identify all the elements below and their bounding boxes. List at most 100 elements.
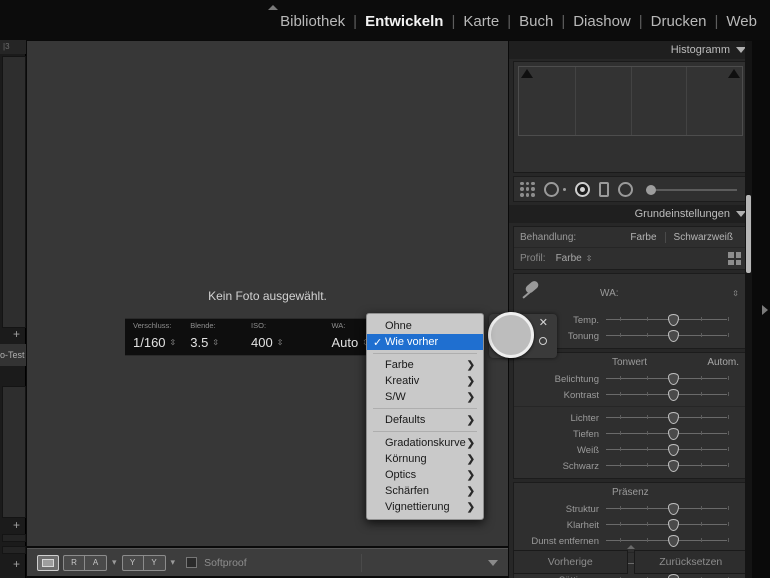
- slider-track[interactable]: [606, 411, 741, 425]
- slider-knob[interactable]: [667, 314, 679, 326]
- slider-track[interactable]: [606, 427, 741, 441]
- basic-panel-header[interactable]: Grundeinstellungen: [509, 205, 752, 223]
- whitebalance-preset-label[interactable]: WA:: [600, 288, 619, 299]
- slider-track[interactable]: [606, 518, 741, 532]
- auto-tone-button[interactable]: Autom.: [707, 357, 739, 368]
- menu-item-farbe[interactable]: Farbe ❯: [367, 357, 483, 373]
- slider-contrast[interactable]: Kontrast: [514, 387, 747, 403]
- loupe-circle[interactable]: [488, 312, 534, 358]
- histogram-display[interactable]: [513, 61, 748, 173]
- navigator-box[interactable]: [2, 56, 26, 328]
- iso-setting[interactable]: ISO: 400 ⇳: [251, 321, 284, 350]
- module-diashow[interactable]: Diashow: [566, 13, 638, 30]
- right-panel-scroll-thumb[interactable]: [746, 195, 751, 273]
- loupe-cursor-widget[interactable]: ✕: [488, 312, 557, 358]
- menu-item-kreativ[interactable]: Kreativ ❯: [367, 373, 483, 389]
- treatment-color-button[interactable]: Farbe: [622, 232, 664, 243]
- slider-clarity[interactable]: Klarheit: [514, 517, 747, 533]
- treatment-bw-button[interactable]: Schwarzweiß: [666, 232, 741, 243]
- slider-knob[interactable]: [667, 389, 679, 401]
- slider-knob[interactable]: [667, 519, 679, 531]
- aperture-stepper-icon[interactable]: ⇳: [212, 338, 219, 347]
- slider-exposure[interactable]: Belichtung: [514, 371, 747, 387]
- reset-button[interactable]: Zurücksetzen: [633, 550, 748, 574]
- menu-item-wie-vorher[interactable]: ✓ Wie vorher: [367, 334, 483, 350]
- softproof-checkbox[interactable]: [186, 557, 198, 568]
- toolbar-options-caret-icon[interactable]: [488, 559, 498, 566]
- circle-icon[interactable]: [539, 337, 547, 345]
- previous-button[interactable]: Vorherige: [513, 550, 628, 574]
- whitebalance-stepper-icon[interactable]: ⇳: [732, 289, 739, 298]
- slider-whites[interactable]: Weiß: [514, 442, 747, 458]
- shutter-stepper-icon[interactable]: ⇳: [170, 338, 177, 347]
- slider-track[interactable]: [606, 388, 741, 402]
- module-web[interactable]: Web: [719, 13, 764, 30]
- add-collection-button[interactable]: +: [13, 519, 20, 531]
- add-preset-button[interactable]: +: [13, 328, 20, 340]
- module-entwickeln[interactable]: Entwickeln: [358, 13, 450, 30]
- slider-knob[interactable]: [667, 373, 679, 385]
- whitebalance-setting[interactable]: WA: Auto⇳: [331, 321, 368, 350]
- profile-value[interactable]: Farbe: [556, 253, 582, 264]
- slider-knob[interactable]: [646, 184, 656, 195]
- slider-blacks[interactable]: Schwarz: [514, 458, 747, 474]
- masking-tool-icon[interactable]: [599, 181, 609, 197]
- slider-shadows[interactable]: Tiefen: [514, 426, 747, 442]
- left-strip-row[interactable]: [2, 546, 26, 554]
- slider-track[interactable]: [606, 443, 741, 457]
- module-bibliothek[interactable]: Bibliothek: [273, 13, 352, 30]
- slider-track[interactable]: [606, 313, 741, 327]
- tool-amount-slider[interactable]: [646, 182, 741, 197]
- slider-track[interactable]: [606, 329, 741, 343]
- slider-knob[interactable]: [667, 428, 679, 440]
- slider-knob[interactable]: [667, 460, 679, 472]
- close-icon[interactable]: ✕: [539, 318, 548, 329]
- slider-track[interactable]: [606, 502, 741, 516]
- module-buch[interactable]: Buch: [512, 13, 560, 30]
- collection-title[interactable]: o-Test: [0, 344, 26, 366]
- menu-item-optics[interactable]: Optics ❯: [367, 467, 483, 483]
- menu-item-koernung[interactable]: Körnung ❯: [367, 451, 483, 467]
- slider-knob[interactable]: [667, 412, 679, 424]
- slider-knob[interactable]: [667, 535, 679, 547]
- module-drucken[interactable]: Drucken: [644, 13, 714, 30]
- histogram-panel-header[interactable]: Histogramm: [509, 41, 752, 59]
- spot-removal-tool-icon[interactable]: [544, 181, 559, 197]
- radial-filter-icon[interactable]: [618, 181, 633, 197]
- collections-box[interactable]: [2, 386, 26, 518]
- panel-expand-arrow-right[interactable]: [762, 305, 768, 315]
- slider-knob[interactable]: [667, 503, 679, 515]
- shadow-clipping-icon[interactable]: [521, 69, 533, 78]
- menu-item-gradationskurve[interactable]: Gradationskurve ❯: [367, 435, 483, 451]
- right-panel-scrollbar[interactable]: [745, 41, 752, 578]
- slider-highlights[interactable]: Lichter: [514, 410, 747, 426]
- panel-collapse-arrow-top[interactable]: [268, 5, 278, 10]
- module-karte[interactable]: Karte: [456, 13, 506, 30]
- survey-view-right-icon[interactable]: Y: [143, 554, 166, 571]
- red-eye-tool-icon[interactable]: [575, 181, 590, 197]
- menu-item-vignettierung[interactable]: Vignettierung ❯: [367, 499, 483, 515]
- profile-stepper-icon[interactable]: ⇳: [586, 254, 593, 263]
- compare-view-left-icon[interactable]: R: [63, 554, 85, 571]
- add-item-button[interactable]: +: [13, 558, 20, 570]
- profile-browser-icon[interactable]: [728, 252, 741, 265]
- left-strip-row[interactable]: [2, 534, 26, 542]
- menu-item-schaerfen[interactable]: Schärfen ❯: [367, 483, 483, 499]
- menu-item-ohne[interactable]: Ohne: [367, 318, 483, 334]
- survey-view-left-icon[interactable]: Y: [121, 554, 144, 571]
- loupe-view-icon[interactable]: [37, 554, 59, 571]
- slider-knob[interactable]: [667, 444, 679, 456]
- menu-item-defaults[interactable]: Defaults ❯: [367, 412, 483, 428]
- slider-texture[interactable]: Struktur: [514, 501, 747, 517]
- panel-resize-handle[interactable]: [626, 545, 635, 549]
- eyedropper-icon[interactable]: [520, 279, 544, 305]
- crop-tool-icon[interactable]: [520, 181, 535, 197]
- menu-item-sw[interactable]: S/W ❯: [367, 389, 483, 405]
- iso-stepper-icon[interactable]: ⇳: [277, 338, 284, 347]
- slider-track[interactable]: [606, 459, 741, 473]
- survey-view-group[interactable]: Y Y: [121, 554, 166, 571]
- highlight-clipping-icon[interactable]: [728, 69, 740, 78]
- compare-dropdown-icon[interactable]: ▾: [112, 557, 117, 568]
- slider-track[interactable]: [606, 372, 741, 386]
- slider-knob[interactable]: [667, 574, 679, 578]
